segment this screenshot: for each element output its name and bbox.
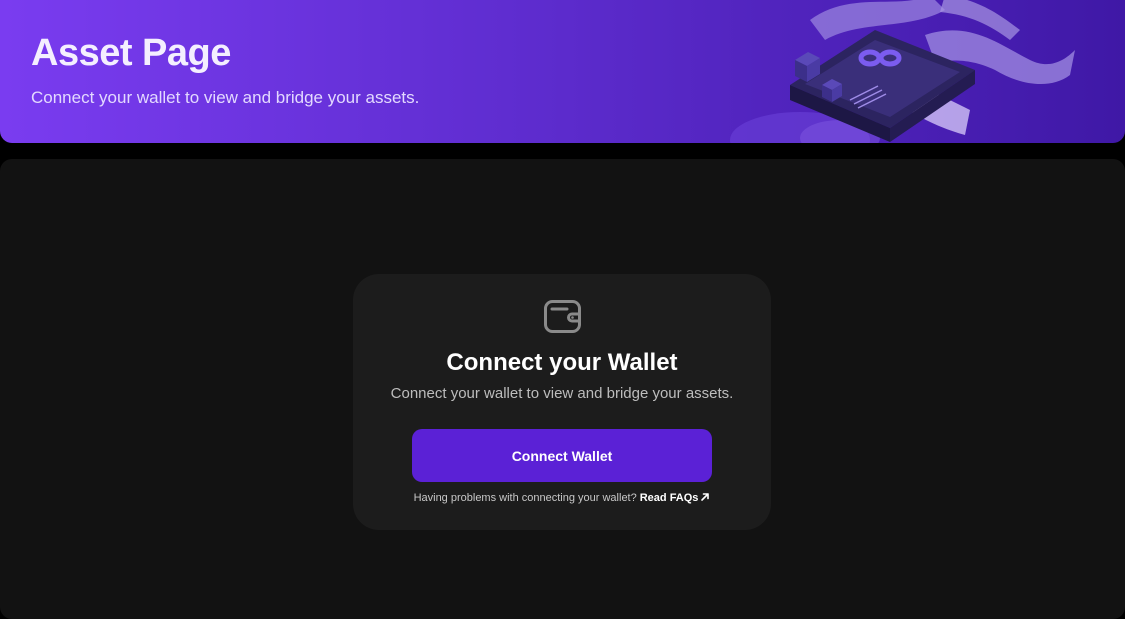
page-title: Asset Page [31,32,231,74]
help-row: Having problems with connecting your wal… [353,492,771,504]
read-faqs-label: Read FAQs [639,492,699,504]
help-text: Having problems with connecting your wal… [413,492,637,504]
bridge-device-illustration [730,0,1075,143]
card-title: Connect your Wallet [446,349,678,376]
wallet-icon [544,300,581,333]
page-header: Asset Page Connect your wallet to view a… [0,0,1125,143]
read-faqs-link[interactable]: Read FAQs [640,492,711,504]
page-subtitle: Connect your wallet to view and bridge y… [31,88,420,107]
connect-wallet-card: Connect your Wallet Connect your wallet … [353,274,771,530]
card-subtitle: Connect your wallet to view and bridge y… [390,385,734,402]
connect-wallet-button[interactable]: Connect Wallet [412,429,712,482]
external-arrow-icon [701,493,710,501]
